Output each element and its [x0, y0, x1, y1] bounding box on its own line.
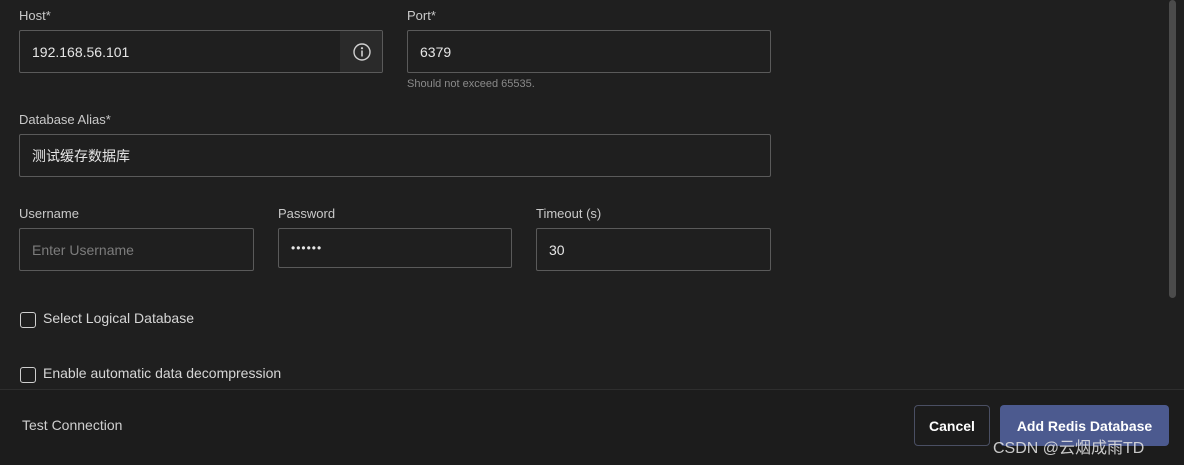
scrollbar-thumb[interactable]	[1169, 0, 1176, 298]
username-placeholder: Enter Username	[32, 241, 134, 258]
port-label: Port*	[407, 8, 436, 23]
password-input[interactable]: ••••••	[278, 228, 512, 268]
timeout-value: 30	[549, 241, 565, 258]
test-connection-button[interactable]: Test Connection	[22, 417, 122, 433]
timeout-label: Timeout (s)	[536, 206, 602, 221]
password-label: Password	[278, 206, 336, 221]
port-input[interactable]: 6379	[407, 30, 771, 73]
port-hint: Should not exceed 65535.	[407, 78, 535, 90]
decompression-label[interactable]: Enable automatic data decompression	[43, 365, 281, 381]
logical-database-checkbox[interactable]	[20, 312, 36, 328]
alias-label: Database Alias*	[19, 112, 111, 127]
host-value: 192.168.56.101	[32, 43, 130, 60]
add-database-form: Host* 192.168.56.101 Port* 6379 Should n…	[0, 0, 1184, 390]
timeout-input[interactable]: 30	[536, 228, 771, 271]
logical-database-label[interactable]: Select Logical Database	[43, 310, 194, 326]
csdn-watermark: CSDN @云烟成雨TD	[993, 440, 1145, 457]
password-value: ••••••	[291, 241, 323, 255]
username-input[interactable]: Enter Username	[19, 228, 254, 271]
host-label: Host*	[19, 8, 51, 23]
alias-value: 测试缓存数据库	[32, 147, 130, 164]
port-value: 6379	[420, 43, 452, 60]
host-input[interactable]: 192.168.56.101	[19, 30, 383, 73]
info-circle-icon[interactable]	[340, 31, 382, 72]
decompression-checkbox[interactable]	[20, 367, 36, 383]
username-label: Username	[19, 206, 79, 221]
alias-input[interactable]: 测试缓存数据库	[19, 134, 771, 177]
cancel-button[interactable]: Cancel	[914, 405, 990, 446]
